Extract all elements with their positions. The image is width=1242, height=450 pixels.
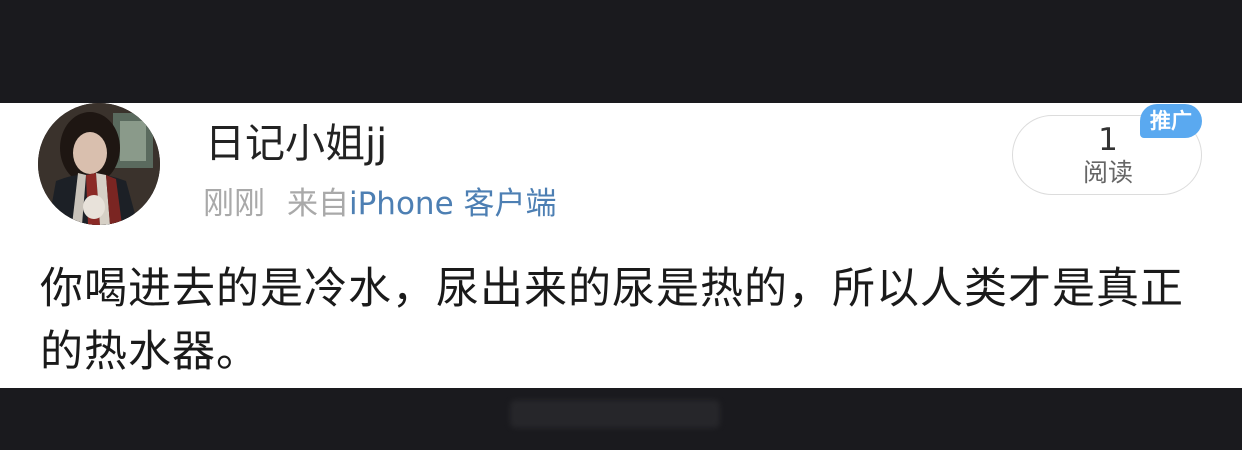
- read-label: 阅读: [1082, 158, 1133, 187]
- source-link[interactable]: iPhone 客户端: [349, 186, 557, 222]
- watermark-blur: [510, 400, 720, 428]
- avatar-image: [38, 103, 160, 225]
- avatar[interactable]: [38, 103, 160, 225]
- promotion-badge: 推广: [1140, 104, 1202, 138]
- post-time: 刚刚: [203, 186, 265, 222]
- username[interactable]: 日记小姐jj: [205, 120, 387, 168]
- source-prefix: 来自: [287, 186, 349, 222]
- top-dark-bar: [0, 0, 1242, 103]
- post-body: 你喝进去的是冷水，尿出来的尿是热的，所以人类才是真正的热水器。: [40, 264, 1184, 377]
- post-meta: 刚刚 来自iPhone 客户端: [203, 184, 557, 224]
